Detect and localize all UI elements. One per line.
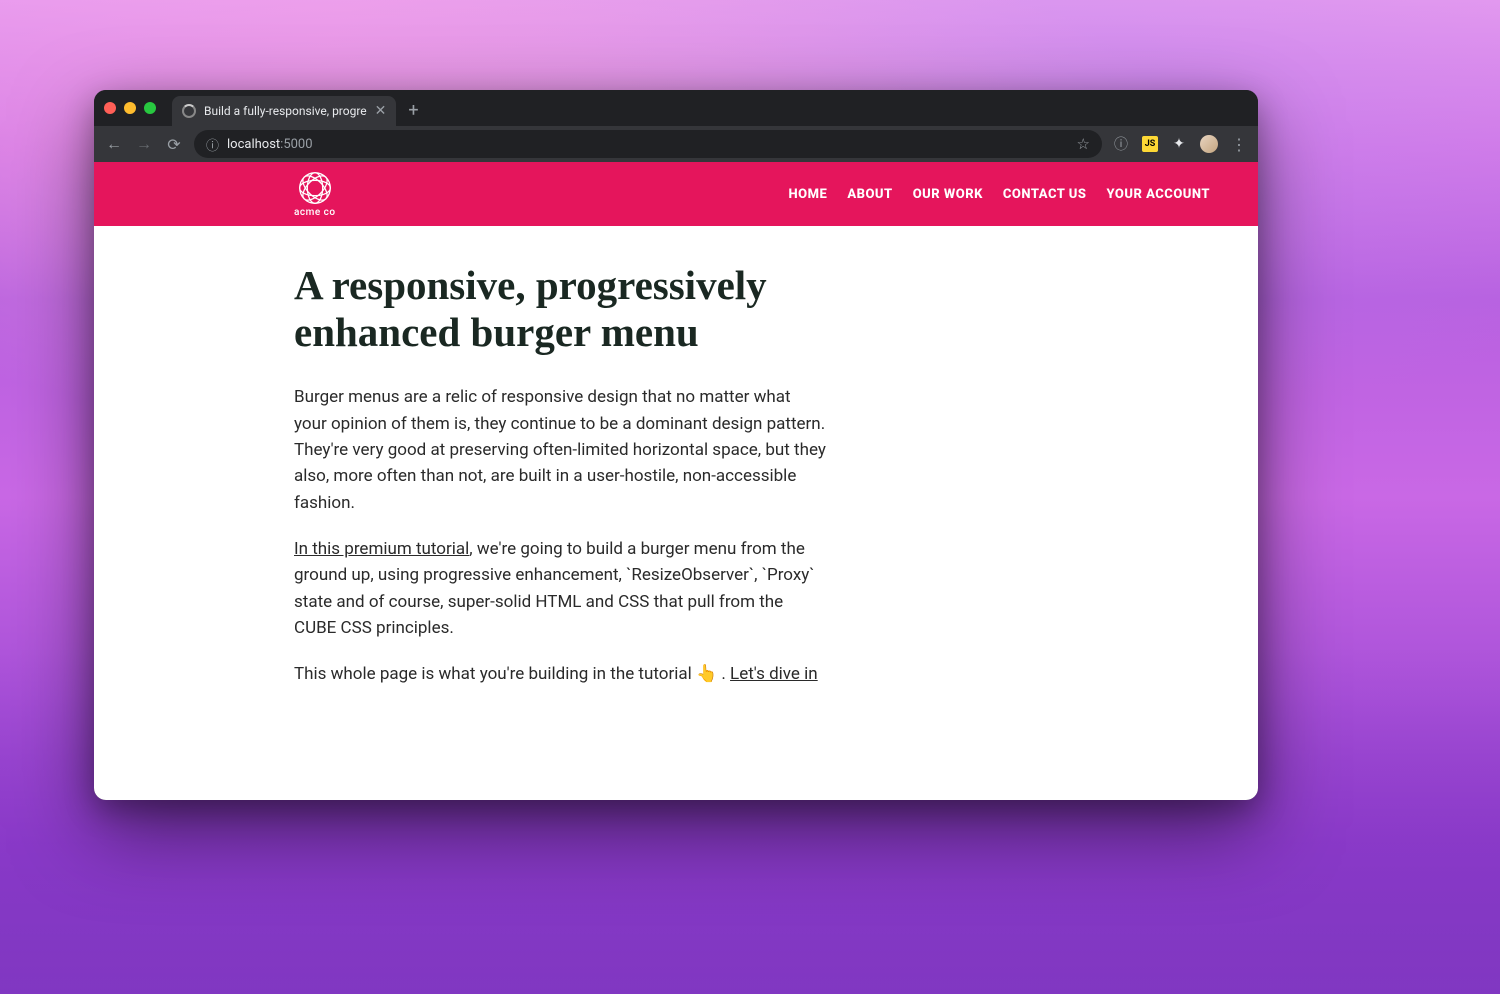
site-info-icon[interactable]: ⓘ <box>206 135 219 154</box>
article: A responsive, progressively enhanced bur… <box>94 226 874 744</box>
url-port: :5000 <box>280 137 312 152</box>
logo-icon <box>298 171 332 205</box>
premium-tutorial-link[interactable]: In this premium tutorial <box>294 539 469 559</box>
nav-our-work[interactable]: OUR WORK <box>913 187 983 202</box>
browser-toolbar: ← → ⟳ ⓘ localhost:5000 ☆ ⓘ JS ✦ ⋮ <box>94 126 1258 162</box>
profile-avatar[interactable] <box>1200 135 1218 153</box>
browser-menu-button[interactable]: ⋮ <box>1230 135 1248 153</box>
url-text: localhost:5000 <box>227 137 313 152</box>
cta-sep: . <box>717 664 730 684</box>
page-title: A responsive, progressively enhanced bur… <box>294 262 826 356</box>
tab-title: Build a fully-responsive, progre <box>204 104 367 118</box>
paragraph-cta: This whole page is what you're building … <box>294 661 826 687</box>
page-viewport: acme co HOME ABOUT OUR WORK CONTACT US Y… <box>94 162 1258 800</box>
bookmark-star-icon[interactable]: ☆ <box>1077 135 1090 153</box>
back-button[interactable]: ← <box>104 134 124 154</box>
nav-your-account[interactable]: YOUR ACCOUNT <box>1106 187 1210 202</box>
close-tab-button[interactable]: ✕ <box>375 104 387 118</box>
extension-icon[interactable]: JS <box>1142 136 1158 152</box>
paragraph-tutorial: In this premium tutorial, we're going to… <box>294 536 826 641</box>
address-bar[interactable]: ⓘ localhost:5000 ☆ <box>194 130 1102 158</box>
forward-button[interactable]: → <box>134 134 154 154</box>
window-controls <box>104 102 156 114</box>
paragraph-intro: Burger menus are a relic of responsive d… <box>294 384 826 516</box>
maximize-window-button[interactable] <box>144 102 156 114</box>
browser-window: Build a fully-responsive, progre ✕ + ← →… <box>94 90 1258 800</box>
close-window-button[interactable] <box>104 102 116 114</box>
extensions-puzzle-icon[interactable]: ✦ <box>1170 135 1188 153</box>
reload-button[interactable]: ⟳ <box>164 135 184 154</box>
site-logo[interactable]: acme co <box>294 171 336 218</box>
primary-nav: HOME ABOUT OUR WORK CONTACT US YOUR ACCO… <box>789 187 1210 202</box>
dive-in-link[interactable]: Let's dive in <box>730 664 818 684</box>
url-host: localhost <box>227 137 280 152</box>
nav-contact-us[interactable]: CONTACT US <box>1003 187 1087 202</box>
nav-home[interactable]: HOME <box>789 187 828 202</box>
logo-text: acme co <box>294 207 336 218</box>
loading-favicon-icon <box>182 104 196 118</box>
cta-pre: This whole page is what you're building … <box>294 664 696 684</box>
minimize-window-button[interactable] <box>124 102 136 114</box>
nav-about[interactable]: ABOUT <box>847 187 892 202</box>
site-header: acme co HOME ABOUT OUR WORK CONTACT US Y… <box>94 162 1258 226</box>
pointing-up-emoji: 👆 <box>696 664 717 684</box>
new-tab-button[interactable]: + <box>408 100 418 121</box>
toolbar-icons: ⓘ JS ✦ ⋮ <box>1112 135 1248 153</box>
browser-tab-bar: Build a fully-responsive, progre ✕ + <box>94 90 1258 126</box>
browser-tab[interactable]: Build a fully-responsive, progre ✕ <box>172 96 396 126</box>
info-icon[interactable]: ⓘ <box>1112 135 1130 153</box>
